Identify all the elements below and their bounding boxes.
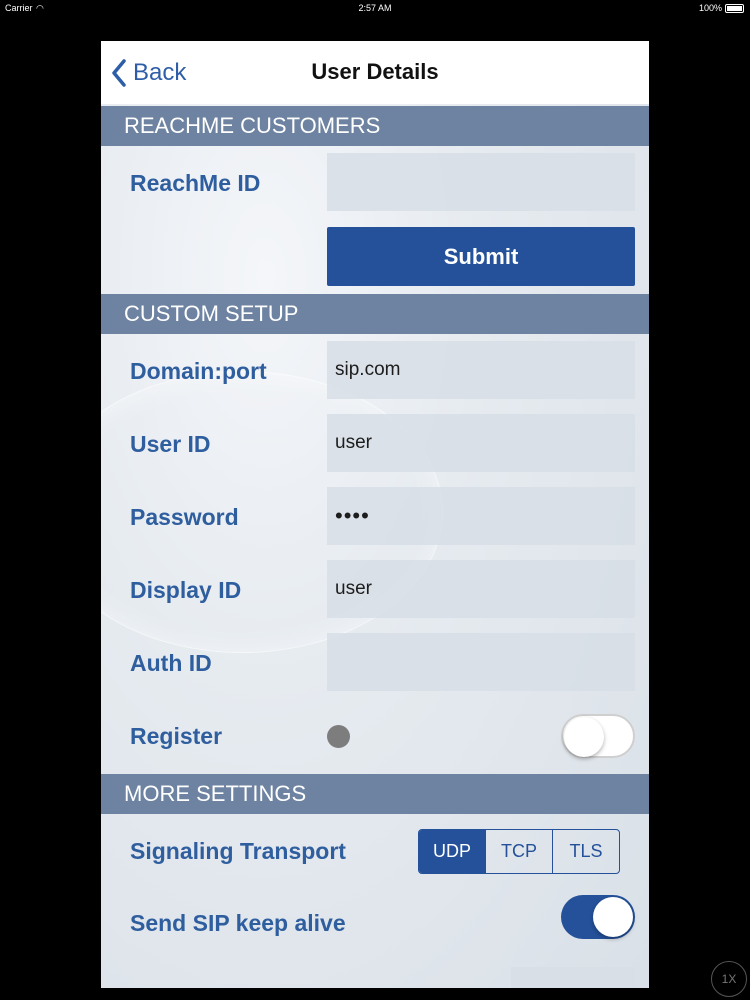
password-field[interactable]: •••• (327, 487, 635, 545)
display-id-label: Display ID (130, 577, 242, 603)
display-id-field[interactable]: user (327, 560, 635, 618)
password-label: Password (130, 504, 239, 530)
transport-tls-option[interactable]: TLS (552, 830, 619, 873)
auth-id-label: Auth ID (130, 650, 212, 676)
reachme-id-field[interactable] (327, 153, 635, 211)
section-header-more-settings: MORE SETTINGS (101, 774, 649, 814)
page-title: User Details (311, 59, 439, 84)
signaling-transport-label: Signaling Transport (130, 838, 346, 864)
register-status-indicator (327, 725, 350, 748)
sip-keepalive-label: Send SIP keep alive (130, 910, 346, 936)
status-time: 2:57 AM (358, 3, 392, 13)
signaling-transport-selector[interactable]: UDP TCP TLS (418, 829, 620, 874)
domain-port-field[interactable]: sip.com (327, 341, 635, 399)
sip-keepalive-toggle[interactable] (561, 895, 635, 939)
auth-id-field[interactable] (327, 633, 635, 691)
user-details-panel: Back User Details REACHME CUSTOMERS Reac… (101, 41, 649, 988)
status-bar: Carrier ◠ 2:57 AM 100% (0, 0, 750, 16)
reachme-id-label: ReachMe ID (130, 170, 261, 196)
battery-percent: 100% (698, 3, 722, 13)
section-header-custom-setup: CUSTOM SETUP (101, 294, 649, 334)
transport-tcp-option[interactable]: TCP (485, 830, 552, 873)
submit-button[interactable]: Submit (327, 227, 635, 286)
section-header-reachme: REACHME CUSTOMERS (101, 106, 649, 146)
battery-icon (725, 4, 744, 13)
domain-port-label: Domain:port (130, 358, 267, 384)
navigation-bar: Back User Details (101, 41, 649, 104)
register-label: Register (130, 723, 223, 749)
toggle-knob (564, 717, 604, 757)
zoom-badge[interactable]: 1X (711, 961, 747, 997)
register-toggle[interactable] (561, 714, 635, 758)
user-id-field[interactable]: user (327, 414, 635, 472)
transport-udp-option[interactable]: UDP (419, 830, 485, 873)
toggle-knob (593, 897, 633, 937)
user-id-label: User ID (130, 431, 211, 457)
partial-field[interactable] (511, 967, 635, 988)
